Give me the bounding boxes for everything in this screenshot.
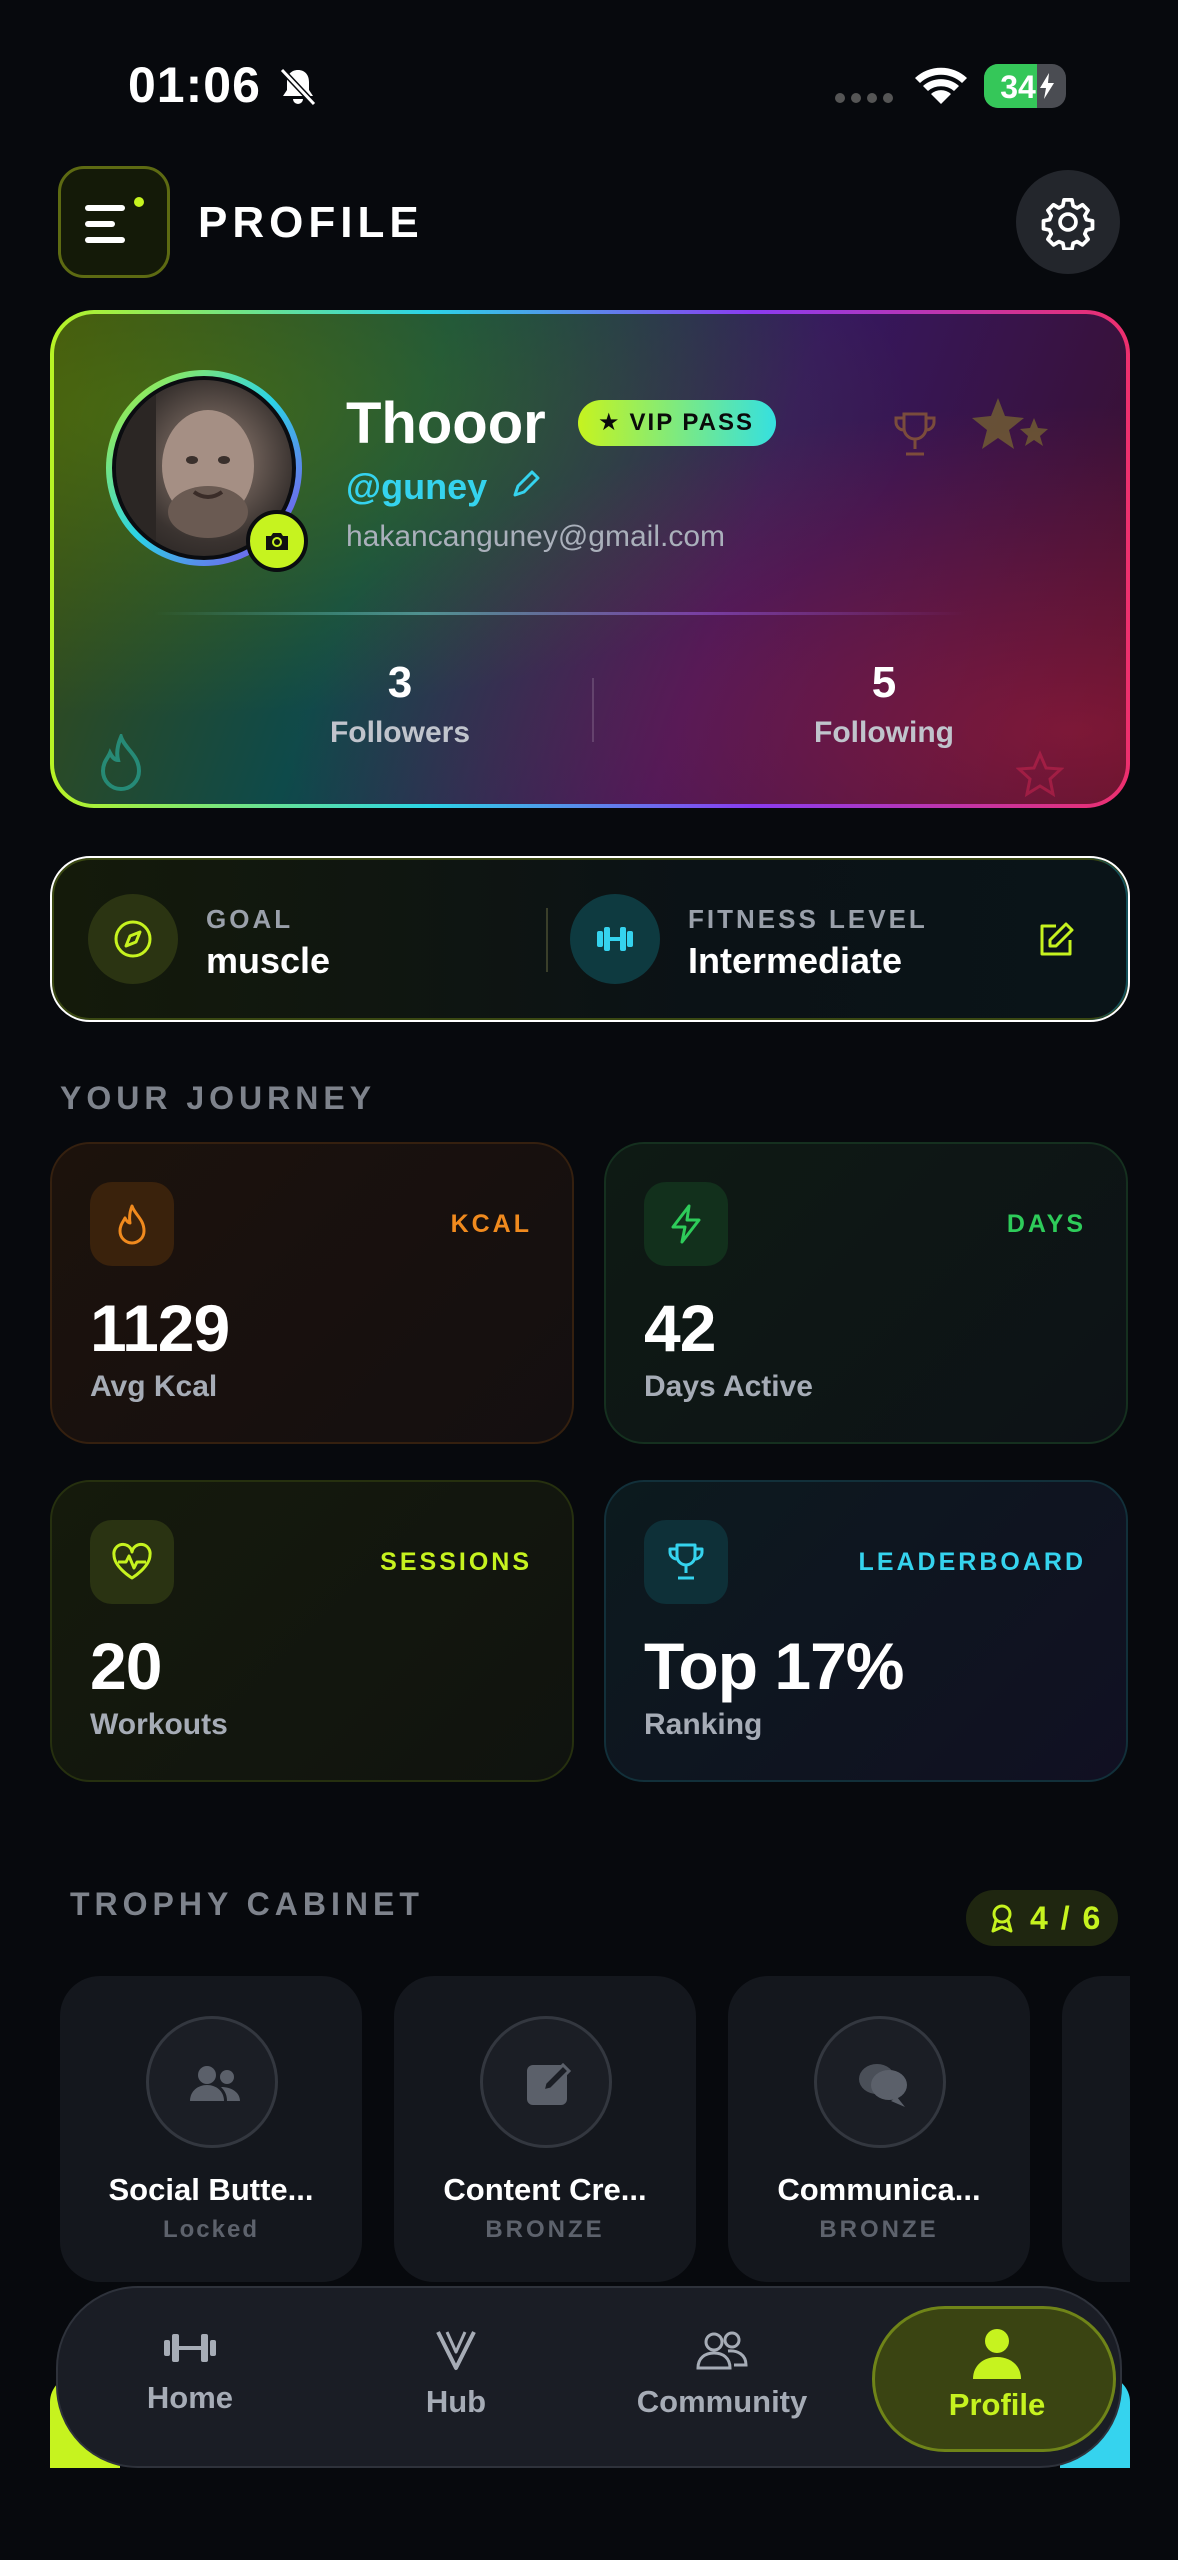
goal-label: GOAL bbox=[206, 904, 294, 934]
trophy-tier: BRONZE bbox=[485, 2216, 605, 2243]
trophy-name: Social Butte... bbox=[108, 2172, 314, 2207]
profile-handle[interactable]: @guney bbox=[346, 466, 487, 508]
divider bbox=[154, 612, 966, 615]
leaderboard-tag: LEADERBOARD bbox=[858, 1548, 1086, 1576]
dumbbell-nav-icon bbox=[164, 2334, 216, 2362]
trophy-tier: BRONZE bbox=[819, 2216, 939, 2243]
menu-icon bbox=[85, 197, 144, 243]
chat-bubbles-icon bbox=[859, 2064, 907, 2107]
trophy-icon-wrap bbox=[480, 2016, 612, 2148]
dumbbell-icon bbox=[597, 927, 633, 951]
sessions-icon-wrap bbox=[90, 1520, 174, 1604]
nav-hub[interactable]: Hub bbox=[356, 2328, 556, 2420]
edit-square-icon bbox=[527, 2062, 572, 2105]
trophy-icon-wrap bbox=[146, 2016, 278, 2148]
trophy-name: Content Cre... bbox=[443, 2172, 647, 2207]
fitness-icon-wrap bbox=[570, 894, 660, 984]
compass-icon bbox=[114, 920, 152, 958]
days-icon-wrap bbox=[644, 1182, 728, 1266]
profile-card: Thooor ★ VIP PASS @guney hakancanguney@gm… bbox=[50, 310, 1130, 808]
profile-name: Thooor bbox=[346, 391, 546, 456]
nav-profile[interactable]: Profile bbox=[872, 2306, 1116, 2452]
goal-card: GOAL muscle FITNESS LEVEL Intermediate bbox=[50, 856, 1130, 1022]
stat-divider bbox=[592, 678, 594, 742]
stat-card-leaderboard[interactable]: LEADERBOARD Top 17% Ranking bbox=[604, 1480, 1128, 1782]
menu-button[interactable] bbox=[58, 166, 170, 278]
sessions-label: Workouts bbox=[90, 1708, 228, 1741]
kcal-label: Avg Kcal bbox=[90, 1370, 218, 1403]
award-icon bbox=[991, 1904, 1013, 1933]
trophy-count-badge: 4 / 6 bbox=[966, 1890, 1118, 1946]
heart-pulse-icon bbox=[112, 1542, 152, 1580]
trophy-icon-wrap bbox=[814, 2016, 946, 2148]
bottom-nav: Home Hub Community Profile bbox=[56, 2286, 1122, 2468]
sessions-value: 20 bbox=[90, 1629, 162, 1703]
kcal-icon-wrap bbox=[90, 1182, 174, 1266]
wifi-icon bbox=[915, 67, 967, 104]
signal-dots-icon bbox=[835, 93, 893, 103]
screen-bottom bbox=[0, 2468, 1178, 2560]
edit-handle-icon[interactable] bbox=[510, 470, 540, 500]
settings-button[interactable] bbox=[1016, 170, 1120, 274]
community-icon bbox=[696, 2331, 748, 2370]
user-icon bbox=[973, 2329, 1021, 2379]
trophy-name: Communica... bbox=[777, 2172, 981, 2207]
trophy-decor-icon bbox=[894, 412, 936, 456]
sessions-tag: SESSIONS bbox=[380, 1548, 532, 1576]
kcal-tag: KCAL bbox=[450, 1210, 532, 1238]
gear-icon bbox=[1041, 197, 1095, 250]
stat-card-kcal[interactable]: KCAL 1129 Avg Kcal bbox=[50, 1142, 574, 1444]
trophy-card[interactable]: Communica... BRONZE bbox=[728, 1976, 1030, 2282]
bell-muted-icon bbox=[279, 67, 317, 107]
flame-icon bbox=[118, 1204, 146, 1245]
charging-bolt-icon bbox=[1040, 73, 1054, 99]
users-icon bbox=[190, 2066, 240, 2101]
leaderboard-icon-wrap bbox=[644, 1520, 728, 1604]
lightning-icon bbox=[671, 1204, 701, 1244]
leaderboard-label: Ranking bbox=[644, 1708, 763, 1741]
change-photo-button[interactable] bbox=[246, 510, 308, 572]
stat-card-days[interactable]: DAYS 42 Days Active bbox=[604, 1142, 1128, 1444]
camera-icon bbox=[266, 533, 288, 550]
flame-decor-icon bbox=[100, 734, 142, 791]
trophy-card-partial[interactable] bbox=[1062, 1976, 1130, 2282]
goal-icon-wrap bbox=[88, 894, 178, 984]
trophy-tier: Locked bbox=[162, 2216, 260, 2243]
edit-goal-icon[interactable] bbox=[1036, 920, 1076, 960]
stat-card-sessions[interactable]: SESSIONS 20 Workouts bbox=[50, 1480, 574, 1782]
trophy-title: TROPHY CABINET bbox=[70, 1886, 424, 1922]
trophy-icon bbox=[668, 1543, 704, 1580]
nav-community[interactable]: Community bbox=[622, 2328, 822, 2420]
leaderboard-value: Top 17% bbox=[644, 1629, 904, 1703]
page-title: PROFILE bbox=[198, 198, 424, 247]
days-label: Days Active bbox=[644, 1370, 813, 1403]
fitness-level-label: FITNESS LEVEL bbox=[688, 904, 928, 934]
status-time: 01:06 bbox=[128, 57, 261, 113]
sparkle-stars-icon bbox=[972, 398, 1048, 449]
fitness-level-value: Intermediate bbox=[688, 940, 903, 981]
star-decor-icon bbox=[1016, 750, 1064, 798]
profile-email: hakancanguney@gmail.com bbox=[346, 520, 725, 553]
star-icon: ★ bbox=[598, 409, 622, 436]
trophy-card[interactable]: Content Cre... BRONZE bbox=[394, 1976, 696, 2282]
journey-title: YOUR JOURNEY bbox=[60, 1080, 377, 1116]
hub-logo-icon bbox=[436, 2331, 476, 2370]
goal-value: muscle bbox=[206, 940, 331, 981]
following-stat[interactable]: 5 Following bbox=[734, 658, 1034, 750]
vip-badge: ★ VIP PASS bbox=[578, 400, 777, 446]
nav-home[interactable]: Home bbox=[90, 2328, 290, 2416]
days-value: 42 bbox=[644, 1291, 716, 1365]
days-tag: DAYS bbox=[1006, 1210, 1086, 1238]
trophy-card[interactable]: Social Butte... Locked bbox=[60, 1976, 362, 2282]
battery-indicator: 34 bbox=[984, 64, 1066, 108]
goal-divider bbox=[546, 908, 548, 972]
kcal-value: 1129 bbox=[90, 1291, 230, 1365]
followers-stat[interactable]: 3 Followers bbox=[250, 658, 550, 750]
